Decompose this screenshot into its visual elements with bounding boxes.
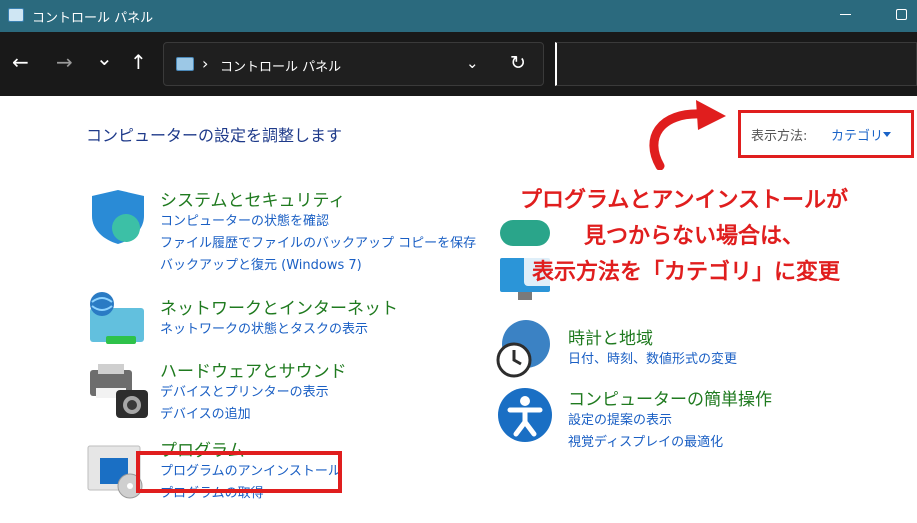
view-by-label: 表示方法: xyxy=(751,129,808,144)
category-link[interactable]: デバイスとプリンターの表示 xyxy=(160,382,347,404)
dropdown-triangle-icon[interactable] xyxy=(883,132,891,137)
category-system-security: システムとセキュリティ コンピューターの状態を確認 ファイル履歴でファイルのバッ… xyxy=(160,186,476,277)
category-link[interactable]: 設定の提案の表示 xyxy=(568,410,772,432)
annotation-line-2: 見つからない場合は、 xyxy=(576,218,813,250)
up-button[interactable]: ↑ xyxy=(130,52,147,72)
category-link[interactable]: デバイスの追加 xyxy=(160,404,347,426)
view-by-highlight-box: 表示方法: カテゴリ xyxy=(738,110,914,158)
title-bar: コントロール パネル xyxy=(0,0,917,32)
category-link[interactable]: 日付、時刻、数値形式の変更 xyxy=(568,349,737,371)
navigation-bar: ← → ⌄ ↑ › コントロール パネル ⌄ ↻ xyxy=(0,32,917,96)
category-link[interactable]: ファイル履歴でファイルのバックアップ コピーを保存 xyxy=(160,233,476,255)
printer-camera-icon xyxy=(90,364,148,418)
category-title[interactable]: コンピューターの簡単操作 xyxy=(568,385,772,410)
annotation-line-1: プログラムとアンインストールが xyxy=(512,182,857,214)
category-title[interactable]: ネットワークとインターネット xyxy=(160,294,398,319)
category-title[interactable]: システムとセキュリティ xyxy=(160,186,476,211)
control-panel-icon xyxy=(176,57,194,71)
category-link[interactable]: 視覚ディスプレイの最適化 xyxy=(568,432,772,454)
address-bar[interactable]: › コントロール パネル ⌄ ↻ xyxy=(163,42,544,86)
view-by-dropdown[interactable]: カテゴリ xyxy=(831,125,883,144)
page-title: コンピューターの設定を調整します xyxy=(86,126,343,145)
category-network-internet: ネットワークとインターネット ネットワークの状態とタスクの表示 xyxy=(160,294,398,341)
annotation-line-3: 表示方法を「カテゴリ」に変更 xyxy=(524,254,849,286)
search-input[interactable] xyxy=(555,42,917,86)
category-title[interactable]: 時計と地域 xyxy=(568,324,737,349)
category-link[interactable]: バックアップと復元 (Windows 7) xyxy=(160,255,476,277)
category-link[interactable]: ネットワークの状態とタスクの表示 xyxy=(160,319,398,341)
category-title[interactable]: ハードウェアとサウンド xyxy=(160,357,347,382)
chevron-right-icon[interactable]: › xyxy=(202,54,208,73)
refresh-icon[interactable]: ↻ xyxy=(510,52,526,74)
security-shield-icon xyxy=(92,190,144,244)
address-path[interactable]: コントロール パネル xyxy=(220,56,341,75)
address-dropdown-icon[interactable]: ⌄ xyxy=(466,54,479,72)
control-panel-icon xyxy=(8,8,24,22)
category-hardware-sound: ハードウェアとサウンド デバイスとプリンターの表示 デバイスの追加 xyxy=(160,357,347,426)
maximize-button[interactable] xyxy=(896,9,907,20)
category-ease-of-access: コンピューターの簡単操作 設定の提案の表示 視覚ディスプレイの最適化 xyxy=(568,385,772,454)
accessibility-icon xyxy=(498,388,552,442)
curved-arrow-icon xyxy=(649,100,726,170)
network-globe-icon xyxy=(90,292,144,344)
recent-locations-button[interactable]: ⌄ xyxy=(96,48,113,68)
category-clock-region: 時計と地域 日付、時刻、数値形式の変更 xyxy=(568,324,737,371)
user-accounts-icon xyxy=(500,220,550,246)
back-button[interactable]: ← xyxy=(12,52,29,72)
window-title: コントロール パネル xyxy=(32,11,154,26)
minimize-button[interactable] xyxy=(840,14,851,15)
forward-button[interactable]: → xyxy=(56,52,73,72)
clock-globe-icon xyxy=(496,320,550,378)
uninstall-highlight-box xyxy=(136,451,342,493)
category-link[interactable]: コンピューターの状態を確認 xyxy=(160,211,476,233)
